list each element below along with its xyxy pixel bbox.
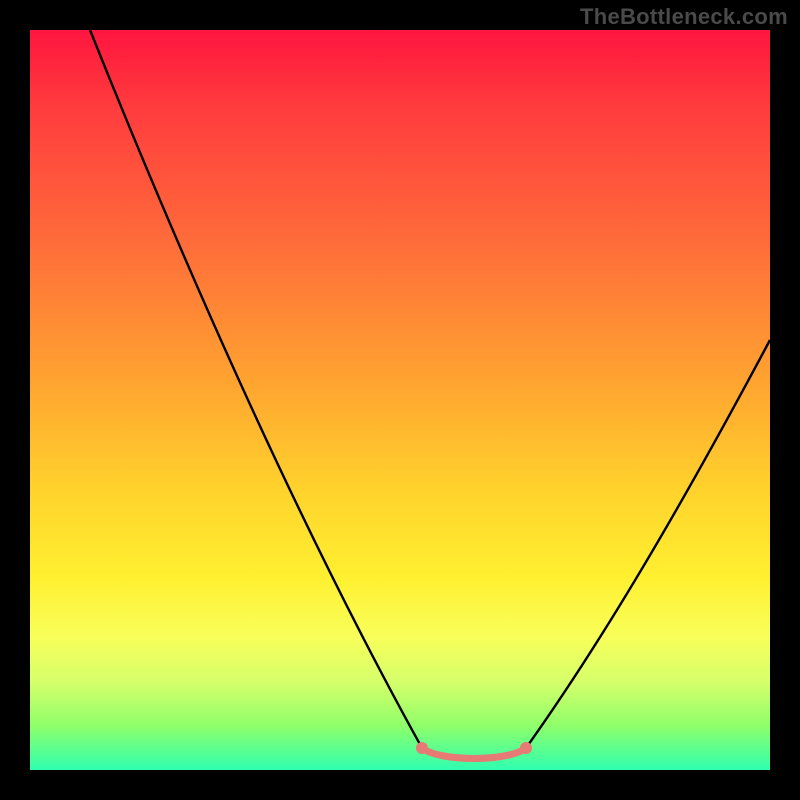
bottleneck-curve bbox=[30, 30, 770, 770]
valley-dot-right bbox=[520, 742, 532, 754]
valley-highlight bbox=[422, 748, 526, 759]
plot-area bbox=[30, 30, 770, 770]
watermark-text: TheBottleneck.com bbox=[580, 4, 788, 30]
curve-left-branch bbox=[90, 30, 422, 748]
chart-frame: TheBottleneck.com bbox=[0, 0, 800, 800]
valley-dot-left bbox=[416, 742, 428, 754]
curve-right-branch bbox=[526, 340, 770, 748]
